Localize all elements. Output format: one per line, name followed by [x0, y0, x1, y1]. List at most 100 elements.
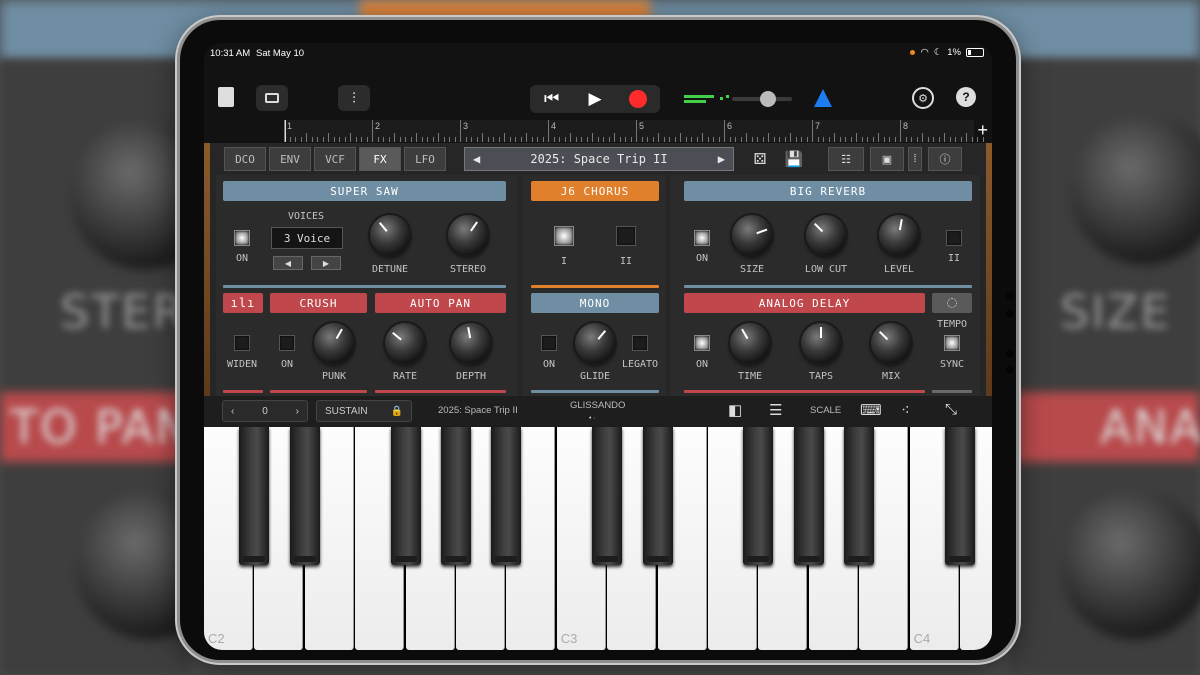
autopan-depth-knob[interactable] [451, 323, 491, 363]
delay-time-knob[interactable] [730, 323, 770, 363]
tab-vcf[interactable]: VCF [314, 147, 356, 171]
play-button[interactable]: ▶ [573, 85, 616, 113]
voices-increment-button[interactable]: ▶ [311, 256, 341, 270]
black-key[interactable] [239, 427, 270, 565]
ruler-bar-number: 8 [903, 121, 909, 131]
help-icon[interactable]: ? [956, 87, 976, 107]
octave-stepper[interactable]: ‹ 0 › [222, 400, 308, 422]
black-key[interactable] [491, 427, 522, 565]
ruler-tick [592, 133, 593, 142]
delay-tap-button[interactable] [932, 293, 972, 313]
ruler-tick [817, 137, 819, 142]
reverb-size-knob[interactable] [732, 215, 772, 255]
black-key[interactable] [441, 427, 471, 565]
legato-toggle[interactable] [632, 335, 648, 351]
keyboard-preset-name: 2025: Space Trip II [438, 405, 518, 416]
tab-dco[interactable]: DCO [224, 147, 266, 171]
preset-selector[interactable]: ◀ 2025: Space Trip II ▶ [464, 147, 734, 171]
split-view-button[interactable]: ⁞ [908, 147, 922, 171]
rewind-button[interactable]: ⏮ [530, 85, 573, 113]
ruler-tick [905, 137, 907, 142]
browser-view-button[interactable] [256, 85, 288, 111]
tab-fx[interactable]: FX [359, 147, 401, 171]
ruler-tick [691, 137, 692, 142]
randomize-dice-icon[interactable]: ⚄ [750, 147, 770, 171]
auto-pan-header: AUTO PAN [375, 293, 506, 313]
delay-mix-knob[interactable] [871, 323, 911, 363]
settings-gear-icon[interactable]: ⚙ [912, 87, 934, 109]
big-reverb-header: BIG REVERB [684, 181, 972, 201]
voices-decrement-button[interactable]: ◀ [273, 256, 303, 270]
timeline-ruler[interactable]: 1 2 3 4 5 6 7 8 [284, 120, 984, 142]
ruler-tick [383, 137, 384, 142]
ruler-tick [630, 137, 632, 142]
synth-panel: DCO ENV VCF FX LFO ◀ 2025: Space Trip II… [204, 143, 992, 396]
tab-env[interactable]: ENV [269, 147, 311, 171]
stereo-knob[interactable] [448, 215, 488, 255]
arrow-right-icon: ▶ [322, 258, 330, 268]
preset-next-icon[interactable]: ▶ [718, 152, 725, 166]
crush-on-toggle[interactable] [279, 335, 295, 351]
preset-prev-icon[interactable]: ◀ [473, 152, 480, 166]
black-key[interactable] [390, 427, 421, 565]
keyboard-icon[interactable]: ⌨ [860, 401, 882, 419]
black-key[interactable] [945, 427, 975, 565]
ruler-tick [377, 137, 379, 142]
ruler-tick [284, 120, 285, 142]
glide-knob[interactable] [575, 323, 615, 363]
tab-lfo[interactable]: LFO [404, 147, 446, 171]
metronome-icon[interactable] [814, 89, 832, 107]
reverb-ii-toggle[interactable] [946, 230, 962, 246]
black-key[interactable] [642, 427, 673, 565]
octave-down-icon[interactable]: ‹ [231, 406, 234, 417]
autopan-rate-knob[interactable] [385, 323, 425, 363]
black-key[interactable] [743, 427, 774, 565]
volume-thumb[interactable] [760, 91, 776, 107]
reverb-level-knob[interactable] [879, 215, 919, 255]
glissando-label[interactable]: GLISSANDO [570, 400, 625, 411]
arpeggio-icon[interactable]: ⁖ [901, 401, 910, 419]
ruler-bar-number: 7 [815, 121, 821, 131]
ruler-tick [581, 137, 582, 142]
add-section-icon[interactable]: + [977, 120, 988, 141]
crush-waveform-button[interactable]: ılı [223, 293, 263, 313]
delay-sync-toggle[interactable] [944, 335, 960, 351]
mono-on-toggle[interactable] [541, 335, 557, 351]
ruler-tick [867, 137, 868, 142]
reverb-on-toggle[interactable] [694, 230, 710, 246]
expand-icon[interactable]: ⤡ [945, 401, 957, 418]
ruler-tick [449, 137, 450, 142]
save-icon[interactable]: 💾 [784, 147, 804, 171]
sustain-button[interactable]: SUSTAIN 🔒 [316, 400, 412, 422]
record-button[interactable] [617, 85, 660, 113]
scale-button[interactable]: SCALE [810, 405, 841, 416]
grid-view-button[interactable]: ☷ [828, 147, 864, 171]
arrow-left-icon: ◀ [284, 258, 292, 268]
ruler-tick [542, 137, 544, 142]
ruler-tick [416, 133, 417, 142]
super-saw-on-toggle[interactable] [234, 230, 250, 246]
delay-on-toggle[interactable] [694, 335, 710, 351]
master-volume-slider[interactable] [684, 91, 796, 107]
document-icon[interactable] [218, 87, 234, 107]
split-keyboard-icon[interactable]: ◧ [728, 401, 742, 419]
display-view-button[interactable]: ▣ [870, 147, 904, 171]
black-key[interactable] [793, 427, 824, 565]
mixer-button[interactable]: ⫶ [338, 85, 370, 111]
delay-taps-knob[interactable] [801, 323, 841, 363]
info-button[interactable]: ⓘ [928, 147, 962, 171]
punk-knob[interactable] [314, 323, 354, 363]
black-key[interactable] [844, 427, 875, 565]
lock-icon[interactable]: 🔒 [391, 406, 403, 417]
black-key[interactable] [289, 427, 320, 565]
detune-knob[interactable] [370, 215, 410, 255]
reverb-on-label: ON [695, 253, 709, 264]
arpeggiator-settings-icon[interactable]: ☰ [769, 401, 782, 419]
chorus-ii-toggle[interactable] [616, 226, 636, 246]
chorus-i-toggle[interactable] [554, 226, 574, 246]
ruler-tick [432, 137, 434, 142]
octave-up-icon[interactable]: › [296, 406, 299, 417]
reverb-lowcut-knob[interactable] [806, 215, 846, 255]
widen-toggle[interactable] [234, 335, 250, 351]
black-key[interactable] [592, 427, 623, 565]
